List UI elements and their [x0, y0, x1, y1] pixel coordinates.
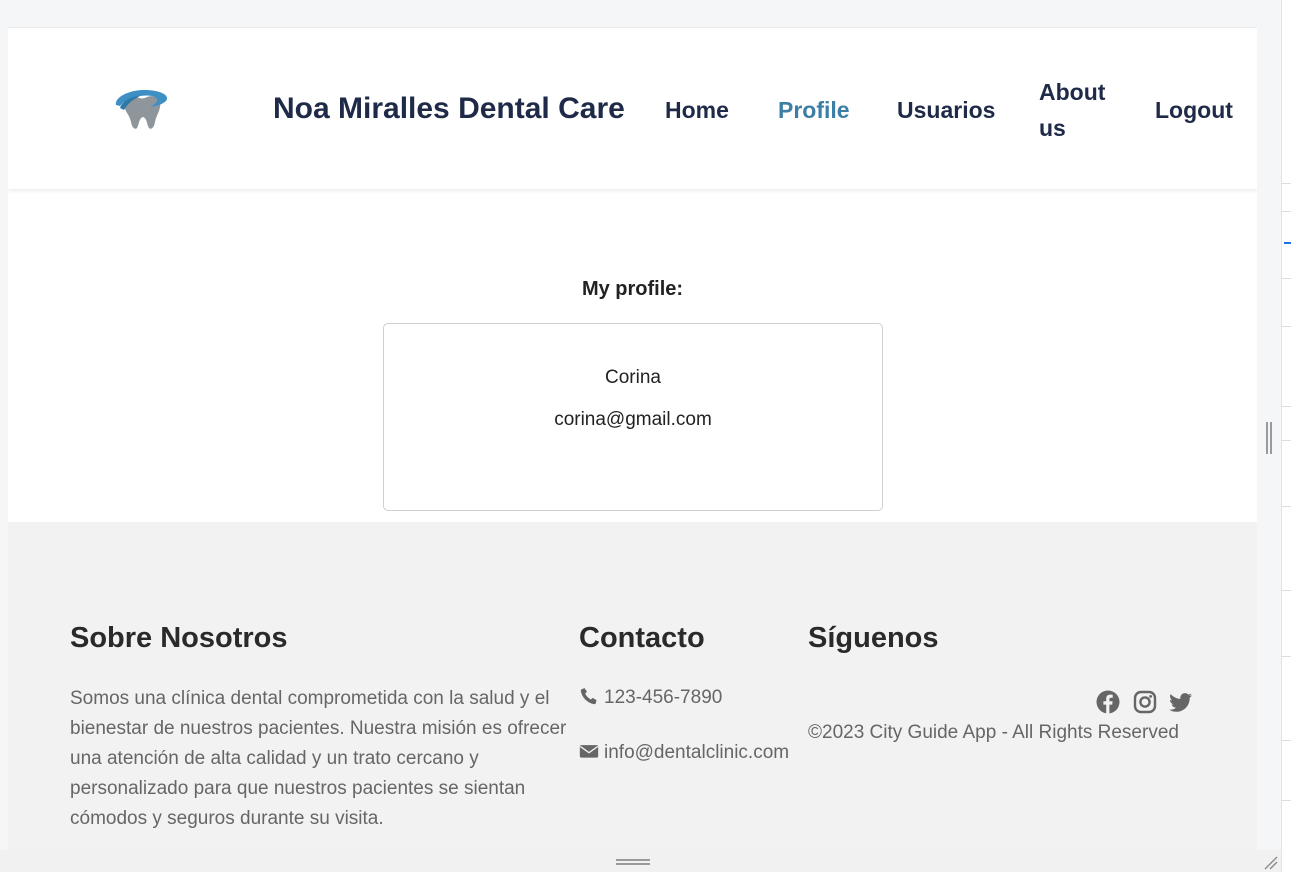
footer-about-title: Sobre Nosotros [70, 622, 288, 654]
profile-heading: My profile: [581, 278, 684, 300]
envelope-icon [579, 745, 599, 758]
footer-email-text[interactable]: info@dentalclinic.com [604, 742, 789, 763]
copyright-text: ©2023 City Guide App - All Rights Reserv… [808, 722, 1179, 743]
footer-about-text: Somos una clínica dental comprometida co… [70, 688, 567, 829]
footer-contact-title: Contacto [579, 622, 705, 654]
footer: Sobre Nosotros Somos una clínica dental … [8, 522, 1257, 850]
profile-email: corina@gmail.com [554, 409, 712, 430]
social-links [1096, 690, 1196, 716]
profile-card: Corina corina@gmail.com [383, 323, 883, 511]
profile-name: Corina [605, 367, 661, 388]
footer-email: info@dentalclinic.com [579, 741, 789, 764]
horizontal-resize-handle[interactable] [616, 859, 650, 865]
navbar: Noa Miralles Dental Care Home Profile Us… [8, 27, 1257, 189]
facebook-icon[interactable] [1096, 690, 1120, 714]
vertical-resize-handle[interactable] [1266, 422, 1272, 454]
phone-icon [580, 688, 597, 705]
nav-logout-link[interactable]: Logout [1155, 92, 1233, 128]
nav-profile-link[interactable]: Profile [778, 92, 850, 128]
nav-about-link[interactable]: About us [1039, 74, 1119, 146]
footer-phone-text[interactable]: 123-456-7890 [604, 687, 722, 708]
nav-usuarios-link[interactable]: Usuarios [897, 92, 995, 128]
brand-title[interactable]: Noa Miralles Dental Care [273, 92, 625, 126]
tooth-logo-icon[interactable] [110, 84, 170, 132]
instagram-icon[interactable] [1133, 690, 1157, 714]
page-viewport: Noa Miralles Dental Care Home Profile Us… [8, 27, 1257, 850]
twitter-icon[interactable] [1169, 690, 1193, 714]
browser-side-panel [1281, 0, 1291, 872]
corner-resize-icon[interactable] [1262, 854, 1278, 870]
footer-follow-title: Síguenos [808, 622, 939, 654]
nav-home-link[interactable]: Home [665, 92, 729, 128]
footer-phone: 123-456-7890 [579, 686, 722, 709]
